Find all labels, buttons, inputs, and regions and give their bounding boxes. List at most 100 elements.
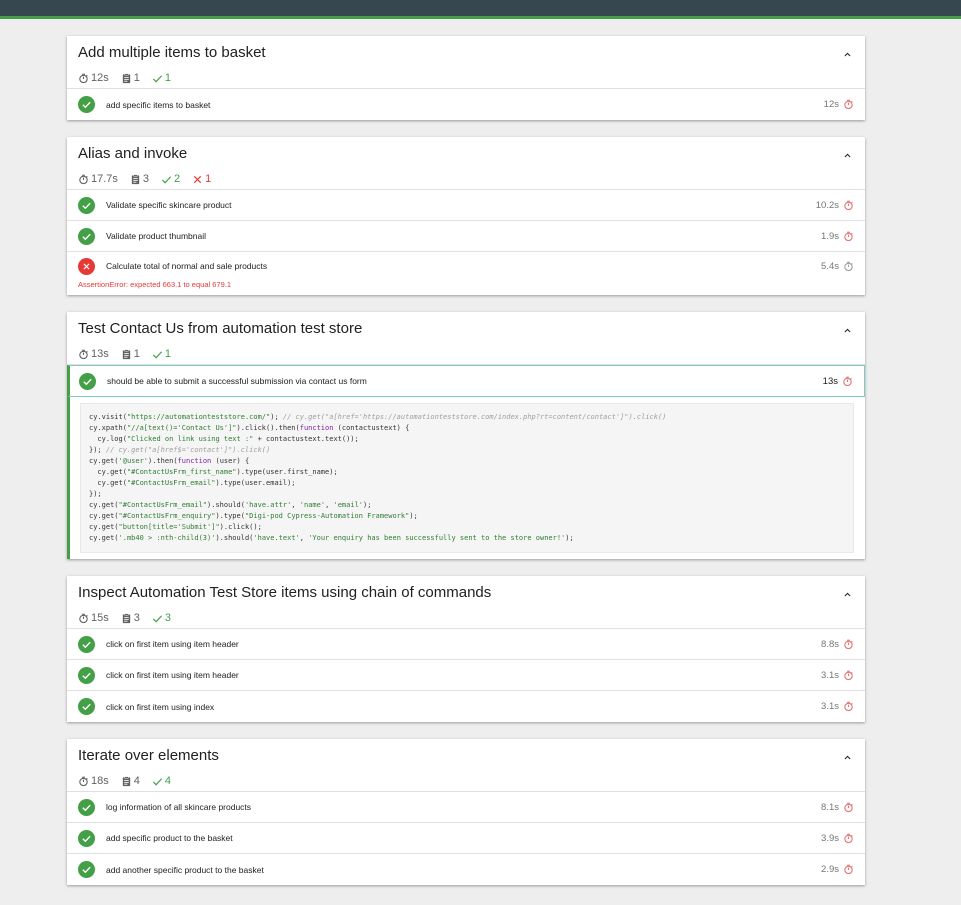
code-token: cy.log( <box>89 435 127 443</box>
test-duration: 12s <box>823 99 839 110</box>
test-title: add another specific product to the bask… <box>106 864 264 875</box>
test-title: click on first item using index <box>106 701 215 712</box>
suite-card: Alias and invoke 17.7s 3 2 1 Validate specifi… <box>67 137 865 295</box>
suite-summary: 15s 3 3 <box>78 610 854 626</box>
suite-summary: 17.7s 3 2 1 <box>78 171 854 187</box>
code-line: cy.log("Clicked on link using text :" + … <box>89 434 845 445</box>
test-list: click on first item using item header 8.8… <box>67 628 865 722</box>
passed-count: 4 <box>164 775 171 787</box>
suite-header[interactable]: Add multiple items to basket 12s 1 1 <box>67 36 865 88</box>
code-token: ).should( <box>215 534 254 542</box>
test-title: Validate specific skincare product <box>106 200 232 210</box>
duration-value: 15s <box>91 612 109 624</box>
code-token: "#ContactUsFrm_enquiry" <box>118 512 216 520</box>
code-token: ).click().then( <box>236 424 300 432</box>
code-token: , <box>325 501 334 509</box>
check-icon <box>161 174 174 185</box>
summary-duration: 15s <box>78 612 109 624</box>
summary-duration: 17.7s <box>78 173 118 185</box>
test-row[interactable]: click on first item using item header 8.8… <box>67 629 865 660</box>
timer-icon <box>843 639 854 650</box>
passed-count: 1 <box>164 72 171 84</box>
code-line: cy.get("#ContactUsFrm_first_name").type(… <box>89 467 845 478</box>
code-token: ).then( <box>148 457 178 465</box>
test-duration: 10.2s <box>815 199 839 211</box>
test-row[interactable]: Validate product thumbnail 1.9s <box>67 221 865 252</box>
test-duration: 5.4s <box>821 260 839 272</box>
test-title: click on first item using item header <box>106 670 239 680</box>
check-circle-icon <box>78 861 95 878</box>
code-line: cy.get('@user').then(function (user) { <box>89 456 845 467</box>
duration-value: 17.7s <box>91 173 118 185</box>
test-row[interactable]: should be able to submit a successful su… <box>67 365 865 397</box>
code-token: , <box>299 534 309 542</box>
code-line: cy.get('.mb40 > :nth-child(3)').should('… <box>89 533 845 544</box>
timer-icon <box>843 99 854 110</box>
test-duration: 3.9s <box>821 832 839 844</box>
timer-icon <box>843 231 854 242</box>
test-row[interactable]: add specific product to the basket 3.9s <box>67 823 865 854</box>
clipboard-icon <box>121 348 134 360</box>
error-message: AssertionError: expected 663.1 to equal … <box>78 280 232 289</box>
summary-duration: 18s <box>78 775 109 787</box>
test-title: add specific items to basket <box>106 99 211 110</box>
suite-header[interactable]: Iterate over elements 18s 4 4 <box>67 739 865 791</box>
test-title: Validate product thumbnail <box>106 231 207 241</box>
code-token: "//a[text()='Contact Us']" <box>126 424 237 432</box>
close-icon <box>192 174 205 185</box>
suite-header[interactable]: Test Contact Us from automation test sto… <box>67 312 865 364</box>
code-token: function <box>177 457 212 465</box>
code-token: '@user' <box>118 457 149 465</box>
timer-icon <box>843 200 854 211</box>
code-line: cy.get("#ContactUsFrm_enquiry").type("Di… <box>89 511 845 522</box>
test-row[interactable]: click on first item using item header 3.1… <box>67 660 865 691</box>
test-row[interactable]: log information of all skincare products… <box>67 792 865 823</box>
code-token: cy.get( <box>89 534 119 542</box>
chevron-up-icon[interactable] <box>843 46 852 57</box>
chevron-up-icon[interactable] <box>843 147 852 158</box>
chevron-up-icon[interactable] <box>843 749 852 760</box>
code-token: "#ContactUsFrm_email" <box>126 479 216 487</box>
test-title: Calculate total of normal and sale produ… <box>106 261 268 271</box>
code-line: cy.get("button[title='Submit']").click()… <box>89 522 845 533</box>
test-row[interactable]: click on first item using index 3.1s <box>67 691 865 722</box>
code-token: }); <box>89 490 102 498</box>
check-circle-icon <box>78 196 95 214</box>
check-circle-icon <box>78 96 95 113</box>
check-circle-icon <box>79 372 96 390</box>
duration-value: 12s <box>91 72 109 84</box>
suite-title: Test Contact Us from automation test sto… <box>78 320 363 337</box>
code-token: ); <box>270 413 283 421</box>
code-token: 'have.text' <box>253 534 300 542</box>
duration-value: 18s <box>91 775 109 787</box>
suite-header[interactable]: Inspect Automation Test Store items usin… <box>67 576 865 628</box>
code-token: 'email' <box>333 501 364 509</box>
test-duration: 8.1s <box>821 801 839 813</box>
check-circle-icon <box>78 227 95 245</box>
suite-title: Iterate over elements <box>78 747 219 764</box>
chevron-up-icon[interactable] <box>843 322 852 333</box>
suite-header[interactable]: Alias and invoke 17.7s 3 2 1 <box>67 137 865 189</box>
clipboard-icon <box>121 612 134 624</box>
test-row[interactable]: add another specific product to the bask… <box>67 854 865 885</box>
code-line: cy.get("#ContactUsFrm_email").type(user.… <box>89 478 845 489</box>
test-row[interactable]: Validate specific skincare product 10.2s <box>67 190 865 221</box>
code-token: ); <box>565 534 574 542</box>
test-list: log information of all skincare products… <box>67 791 865 885</box>
timer-icon <box>78 73 91 84</box>
timer-icon <box>843 802 854 813</box>
test-row[interactable]: Calculate total of normal and sale produ… <box>67 252 865 280</box>
tests-count: 3 <box>133 612 140 624</box>
report-main: Add multiple items to basket 12s 1 1 add spe… <box>67 36 865 902</box>
code-token: ).type(user.email); <box>215 479 296 487</box>
summary-passed: 3 <box>152 612 171 624</box>
suite-summary: 12s 1 1 <box>78 70 854 86</box>
test-row[interactable]: add specific items to basket 12s <box>67 89 865 120</box>
tests-count: 1 <box>133 72 140 84</box>
test-duration: 2.9s <box>821 864 839 875</box>
check-icon <box>152 73 165 84</box>
test-title: log information of all skincare products <box>106 802 252 812</box>
timer-icon <box>843 701 854 712</box>
timer-icon <box>78 349 91 360</box>
chevron-up-icon[interactable] <box>843 586 852 597</box>
